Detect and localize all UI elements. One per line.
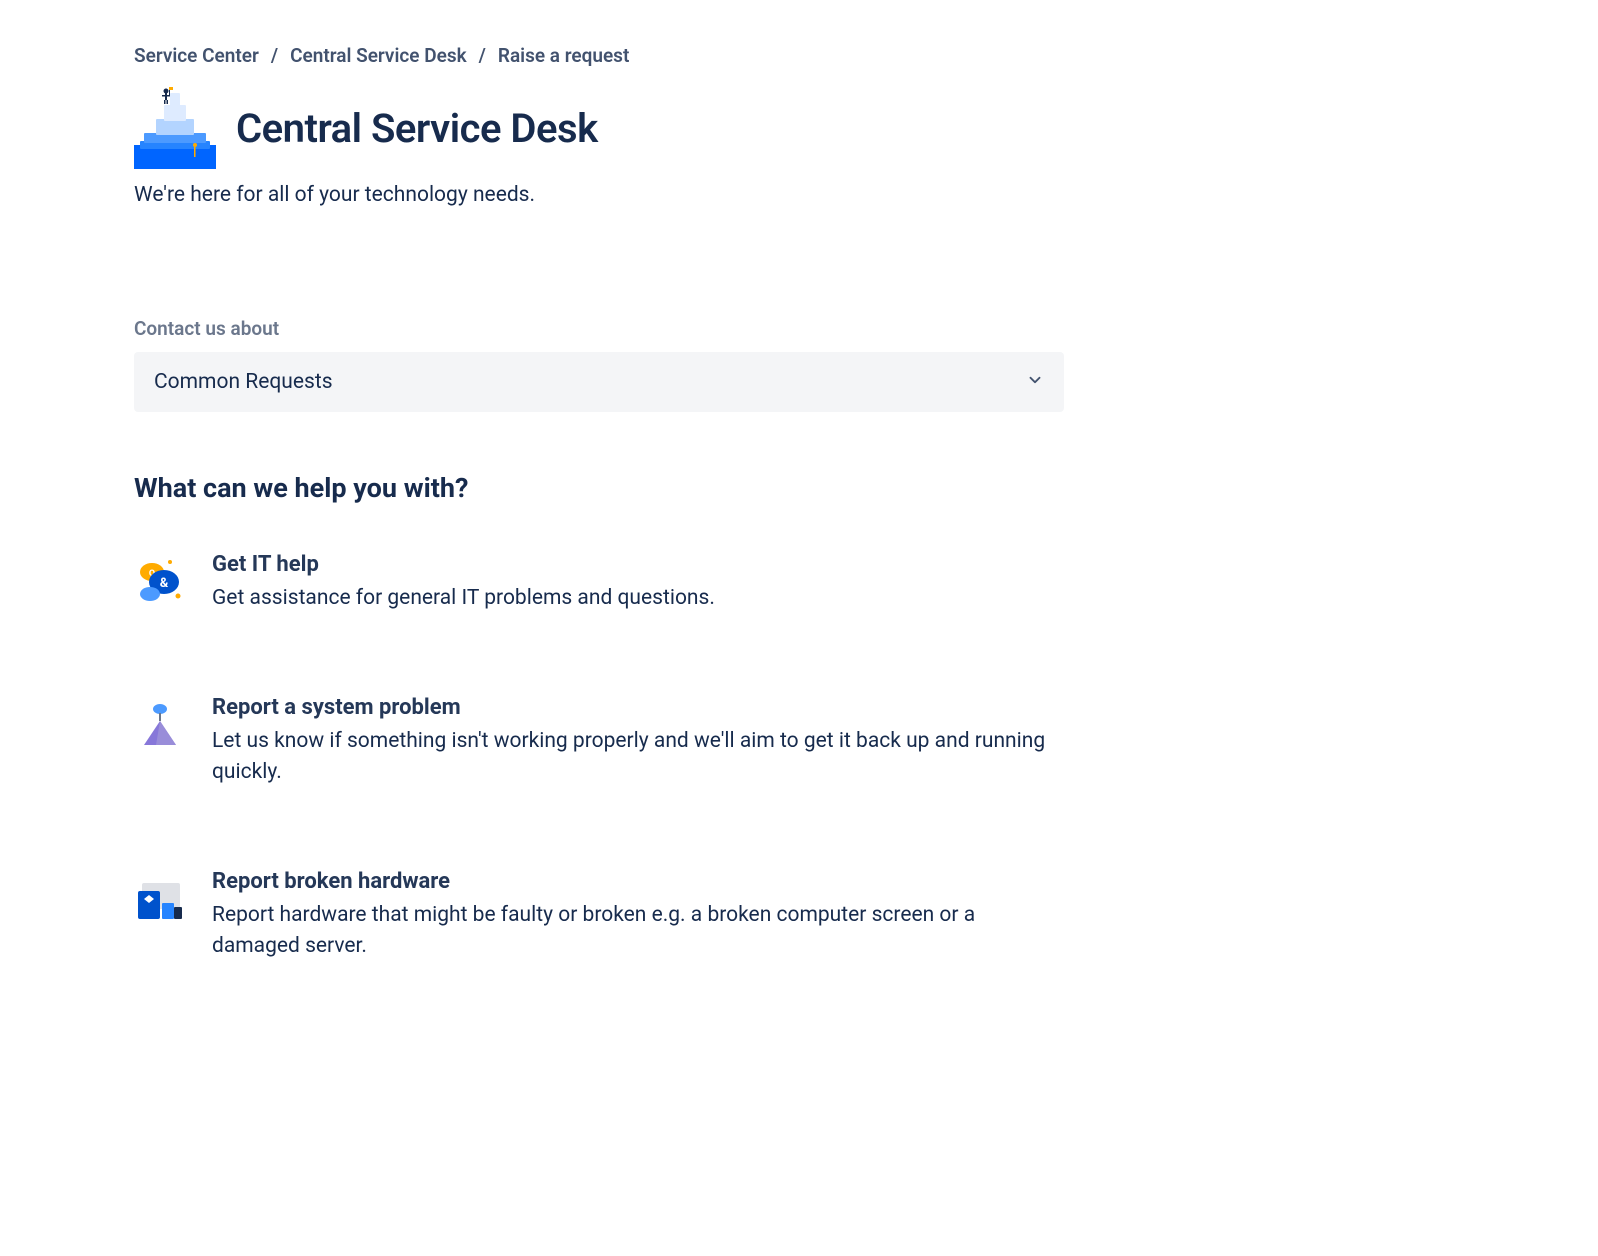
chat-bubbles-icon: Q &	[134, 554, 186, 606]
page-subtitle: We're here for all of your technology ne…	[134, 183, 1464, 207]
request-content: Report a system problem Let us know if s…	[212, 695, 1064, 789]
page-header: Central Service Desk	[134, 87, 1464, 169]
request-description: Let us know if something isn't working p…	[212, 726, 1064, 789]
svg-text:&: &	[160, 576, 169, 591]
contact-category-dropdown[interactable]: Common Requests	[134, 352, 1064, 412]
breadcrumb: Service Center / Central Service Desk / …	[134, 44, 1464, 67]
request-item-report-system-problem[interactable]: Report a system problem Let us know if s…	[134, 695, 1064, 789]
request-item-get-it-help[interactable]: Q & Get IT help Get assistance for gener…	[134, 552, 1064, 615]
page-title: Central Service Desk	[236, 105, 598, 152]
request-title: Report broken hardware	[212, 869, 1064, 894]
request-description: Report hardware that might be faulty or …	[212, 900, 1064, 963]
request-title: Get IT help	[212, 552, 1064, 577]
breadcrumb-link-service-center[interactable]: Service Center	[134, 44, 259, 67]
dropdown-selected-value: Common Requests	[154, 370, 333, 394]
request-description: Get assistance for general IT problems a…	[212, 583, 1064, 615]
request-item-report-broken-hardware[interactable]: Report broken hardware Report hardware t…	[134, 869, 1064, 963]
help-heading: What can we help you with?	[134, 472, 1464, 504]
breadcrumb-separator: /	[271, 44, 278, 67]
chevron-down-icon	[1026, 371, 1044, 393]
service-desk-logo-icon	[134, 87, 216, 169]
devices-icon	[134, 871, 186, 923]
request-title: Report a system problem	[212, 695, 1064, 720]
contact-label: Contact us about	[134, 317, 1464, 340]
mountain-balloon-icon	[134, 697, 186, 749]
breadcrumb-link-raise-request[interactable]: Raise a request	[498, 44, 629, 67]
request-content: Get IT help Get assistance for general I…	[212, 552, 1064, 615]
breadcrumb-link-central-service-desk[interactable]: Central Service Desk	[290, 44, 467, 67]
breadcrumb-separator: /	[479, 44, 486, 67]
request-content: Report broken hardware Report hardware t…	[212, 869, 1064, 963]
